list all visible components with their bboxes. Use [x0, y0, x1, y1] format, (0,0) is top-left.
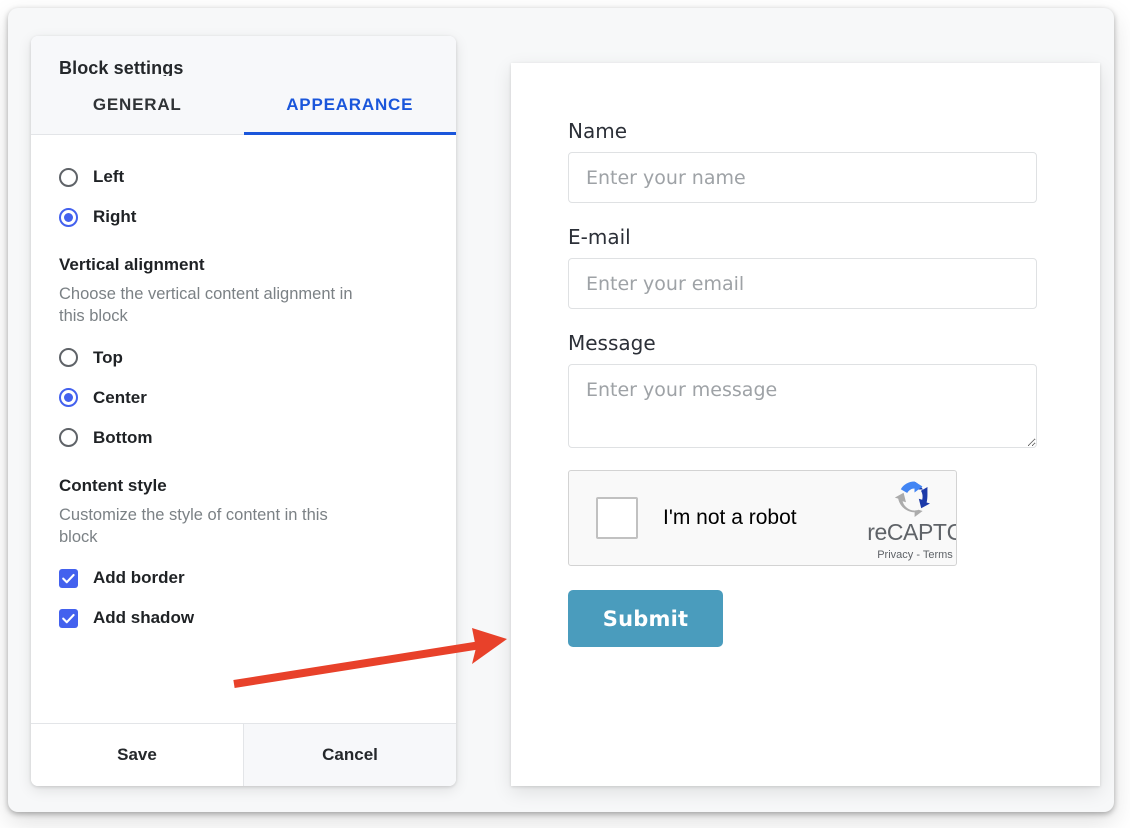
radio-top-icon — [59, 348, 78, 368]
checkbox-add-shadow-label: Add shadow — [93, 608, 195, 628]
outer-frame: Block settings GENERAL APPEARANCE Left R… — [8, 8, 1114, 812]
recaptcha-brand-text: reCAPTC — [867, 519, 957, 545]
radio-option-right[interactable]: Right — [59, 197, 428, 237]
radio-center-icon — [59, 388, 78, 408]
radio-left-icon — [59, 167, 78, 187]
panel-header: Block settings — [31, 36, 456, 78]
recaptcha-widget[interactable]: I'm not a robot reCAPTC Privacy - Terms — [568, 470, 957, 566]
content-style-title: Content style — [59, 475, 167, 495]
cancel-button[interactable]: Cancel — [244, 724, 456, 786]
radio-bottom-icon — [59, 428, 78, 448]
radio-right-icon — [59, 207, 78, 227]
recaptcha-label: I'm not a robot — [663, 506, 797, 529]
block-settings-panel: Block settings GENERAL APPEARANCE Left R… — [31, 36, 456, 786]
checkmark-icon — [59, 608, 78, 628]
form-preview-card: Name E-mail Message I'm not a robot — [511, 63, 1100, 786]
content-style-description: Customize the style of content in this b… — [59, 505, 328, 546]
radio-bottom-label: Bottom — [93, 427, 153, 447]
checkmark-icon — [59, 568, 78, 588]
recaptcha-branding: reCAPTC Privacy - Terms — [860, 479, 957, 563]
email-input[interactable] — [568, 258, 1037, 309]
radio-option-left[interactable]: Left — [59, 157, 428, 197]
radio-top-label: Top — [93, 347, 123, 367]
checkbox-option-add-shadow[interactable]: Add shadow — [59, 598, 428, 638]
checkbox-add-border-label: Add border — [93, 568, 185, 588]
message-textarea[interactable] — [568, 364, 1037, 448]
tab-general[interactable]: GENERAL — [31, 76, 244, 134]
radio-center-label: Center — [93, 387, 147, 407]
name-field-label: Name — [568, 119, 628, 143]
message-field-label: Message — [568, 331, 656, 355]
recaptcha-checkbox[interactable] — [596, 497, 638, 539]
recaptcha-logo-icon — [894, 481, 930, 517]
vertical-alignment-description: Choose the vertical content alignment in… — [59, 285, 353, 326]
radio-right-label: Right — [93, 207, 137, 226]
tab-appearance[interactable]: APPEARANCE — [243, 76, 457, 135]
recaptcha-legal-text: Privacy - Terms — [877, 549, 953, 561]
contact-form: Name E-mail Message I'm not a robot — [511, 63, 1100, 647]
radio-left-label: Left — [93, 167, 125, 186]
submit-button[interactable]: Submit — [568, 590, 723, 647]
email-field-label: E-mail — [568, 225, 631, 249]
radio-option-center[interactable]: Center — [59, 378, 428, 418]
radio-option-bottom[interactable]: Bottom — [59, 418, 428, 458]
save-button[interactable]: Save — [31, 724, 244, 786]
settings-tabs: GENERAL APPEARANCE — [31, 76, 456, 135]
vertical-alignment-title: Vertical alignment — [59, 255, 205, 274]
radio-option-top[interactable]: Top — [59, 338, 428, 378]
name-input[interactable] — [568, 152, 1037, 203]
panel-body: Left Right Vertical alignment Choose the… — [31, 135, 456, 723]
checkbox-option-add-border[interactable]: Add border — [59, 558, 428, 598]
panel-footer: Save Cancel — [31, 723, 456, 786]
